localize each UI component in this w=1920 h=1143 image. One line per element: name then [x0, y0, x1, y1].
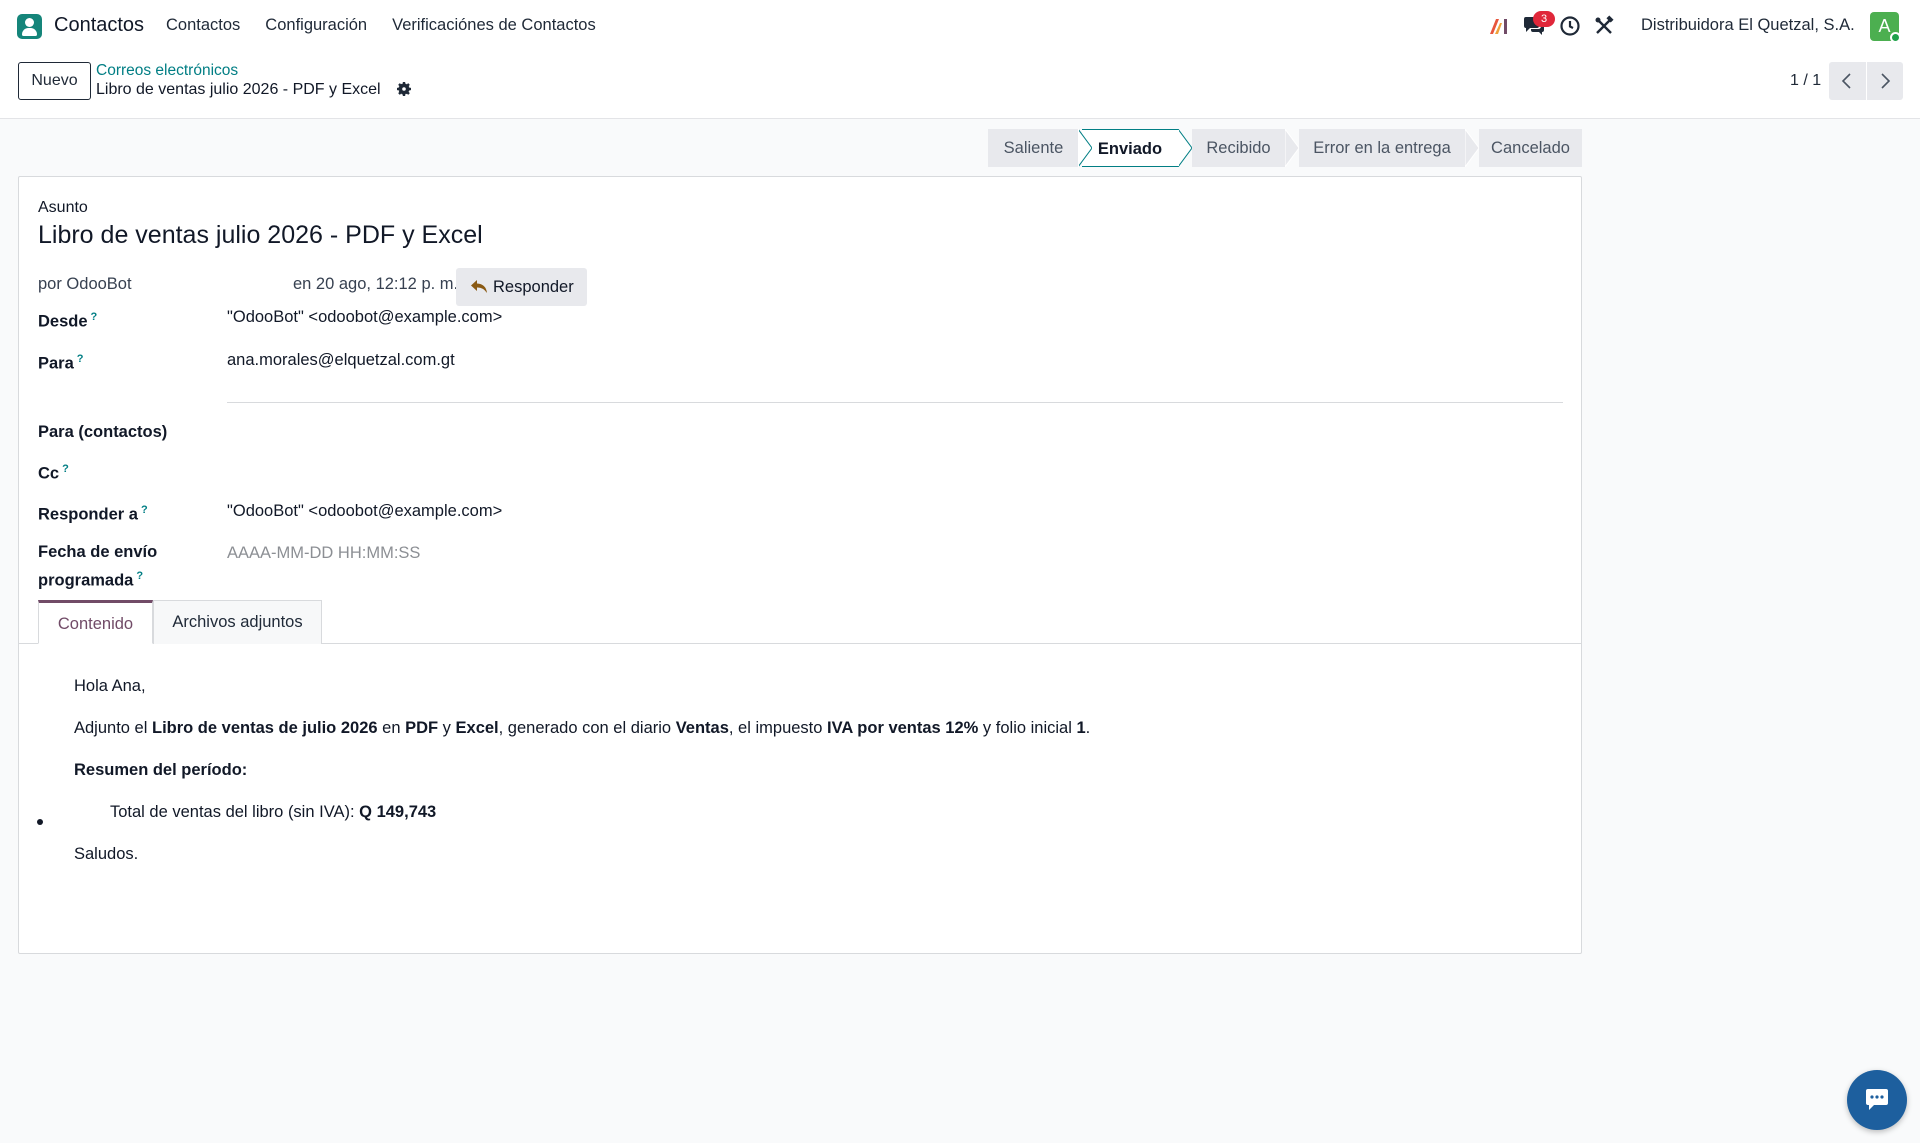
- from-field[interactable]: "OdooBot" <odoobot@example.com>: [227, 308, 502, 327]
- list-bullet: [37, 819, 43, 825]
- app-name[interactable]: Contactos: [54, 14, 144, 37]
- body-greeting: Hola Ana,: [74, 677, 146, 695]
- stage-recibido[interactable]: Recibido: [1192, 129, 1285, 167]
- to-field[interactable]: ana.morales@elquetzal.com.gt: [227, 351, 455, 370]
- to-label: Para?: [38, 353, 84, 373]
- subject-field[interactable]: Libro de ventas julio 2026 - PDF y Excel: [38, 221, 483, 250]
- clock-icon[interactable]: [1559, 15, 1581, 37]
- reply-button-label: Responder: [493, 278, 574, 296]
- tools-icon[interactable]: [1593, 15, 1615, 37]
- breadcrumb-current: Libro de ventas julio 2026 - PDF y Excel: [96, 81, 381, 98]
- chevron-left-icon: [1841, 73, 1851, 89]
- help-icon[interactable]: ?: [77, 353, 84, 365]
- messages-badge: 3: [1533, 11, 1555, 27]
- body-total-item: Total de ventas del libro (sin IVA): Q 1…: [110, 803, 437, 821]
- author: por OdooBot: [38, 275, 132, 293]
- help-icon[interactable]: ?: [136, 570, 143, 582]
- pager-next-button[interactable]: [1867, 62, 1903, 100]
- reply-button[interactable]: Responder: [456, 268, 587, 306]
- body-summary-title: Resumen del período:: [74, 761, 248, 779]
- scheduled-date-field[interactable]: AAAA-MM-DD HH:MM:SS: [227, 544, 420, 563]
- menu-item-verificaciones[interactable]: Verificaciónes de Contactos: [392, 16, 596, 35]
- contacts-app-icon[interactable]: [17, 14, 42, 39]
- status-bar: Saliente Enviado Recibido Error en la en…: [988, 129, 1582, 167]
- from-label: Desde?: [38, 311, 98, 331]
- reply-to-label: Responder a?: [38, 504, 148, 524]
- subject-label: Asunto: [38, 199, 88, 216]
- stage-error-entrega[interactable]: Error en la entrega: [1299, 129, 1465, 167]
- company-switcher[interactable]: Distribuidora El Quetzal, S.A.: [1641, 16, 1855, 35]
- notebook-tabs: Contenido Archivos adjuntos: [19, 600, 1581, 644]
- control-panel: Nuevo Correos electrónicos Libro de vent…: [0, 52, 1920, 119]
- menu-item-contactos[interactable]: Contactos: [166, 16, 240, 35]
- body-closing: Saludos.: [74, 845, 139, 863]
- stage-enviado[interactable]: Enviado: [1082, 129, 1178, 167]
- gear-icon[interactable]: [396, 81, 412, 97]
- pager-value[interactable]: 1 / 1: [1790, 72, 1821, 90]
- body-main-paragraph: Adjunto el Libro de ventas de julio 2026…: [74, 719, 1091, 737]
- livechat-icon: [1866, 1089, 1888, 1110]
- stage-saliente[interactable]: Saliente: [988, 129, 1079, 167]
- online-status-dot: [1890, 32, 1901, 43]
- livechat-button[interactable]: [1847, 1070, 1907, 1130]
- sent-date: en 20 ago, 12:12 p. m.: [293, 275, 459, 293]
- new-button[interactable]: Nuevo: [18, 62, 91, 100]
- help-icon[interactable]: ?: [141, 504, 148, 516]
- menu-item-configuracion[interactable]: Configuración: [265, 16, 367, 35]
- breadcrumb-parent[interactable]: Correos electrónicos: [96, 62, 238, 80]
- main-menu: Contactos Configuración Verificaciónes d…: [166, 16, 621, 35]
- stage-cancelado[interactable]: Cancelado: [1479, 129, 1582, 167]
- chevron-right-icon: [1881, 73, 1891, 89]
- help-icon[interactable]: ?: [62, 463, 69, 475]
- divider: [227, 402, 1563, 403]
- top-navbar: Contactos Contactos Configuración Verifi…: [0, 0, 1920, 52]
- pager-previous-button[interactable]: [1829, 62, 1866, 100]
- tab-archivos-adjuntos[interactable]: Archivos adjuntos: [153, 600, 322, 644]
- ai-icon[interactable]: [1488, 15, 1510, 37]
- help-icon[interactable]: ?: [91, 311, 98, 323]
- reply-to-field[interactable]: "OdooBot" <odoobot@example.com>: [227, 502, 502, 521]
- to-partners-label: Para (contactos): [38, 423, 168, 441]
- form-sheet: Asunto Libro de ventas julio 2026 - PDF …: [18, 176, 1582, 954]
- cc-label: Cc?: [38, 463, 69, 483]
- reply-icon: [471, 280, 487, 293]
- tab-contenido[interactable]: Contenido: [38, 600, 153, 644]
- scheduled-date-label: Fecha de envío programada?: [38, 543, 158, 590]
